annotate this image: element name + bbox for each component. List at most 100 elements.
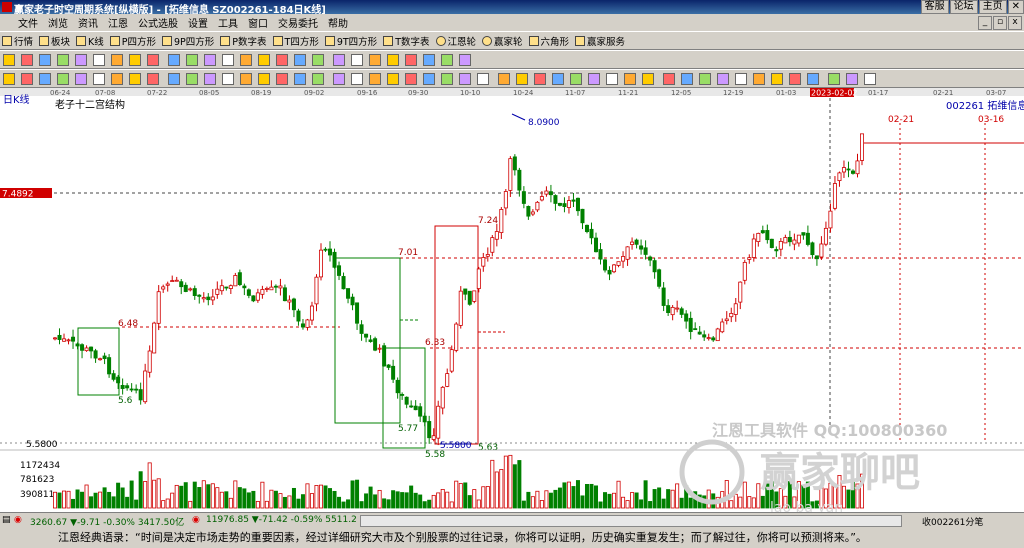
minimize-icon[interactable]: _ (978, 16, 992, 30)
draw-tool-icon[interactable] (498, 72, 510, 85)
draw-tool-icon[interactable] (3, 53, 15, 66)
draw-tool-icon[interactable] (3, 72, 15, 85)
draw-tool-icon[interactable] (258, 72, 270, 85)
menu-info[interactable]: 资讯 (73, 15, 103, 30)
draw-tool-icon[interactable] (459, 72, 471, 85)
draw-tool-icon[interactable] (168, 72, 180, 85)
draw-tool-icon[interactable] (441, 72, 453, 85)
draw-tool-icon[interactable] (387, 53, 399, 66)
draw-tool-icon[interactable] (168, 53, 180, 66)
draw-tool-icon[interactable] (312, 53, 324, 66)
draw-tool-icon[interactable] (405, 72, 417, 85)
draw-tool-icon[interactable] (111, 53, 123, 66)
draw-tool-icon[interactable] (204, 53, 216, 66)
draw-tool-icon[interactable] (588, 72, 600, 85)
menu-file[interactable]: 文件 (0, 15, 43, 30)
draw-tool-icon[interactable] (312, 72, 324, 85)
draw-tool-icon[interactable] (240, 53, 252, 66)
draw-tool-icon[interactable] (240, 72, 252, 85)
kline-button[interactable]: K线 (74, 34, 108, 48)
close-child-icon[interactable]: x (1008, 16, 1022, 30)
draw-tool-icon[interactable] (717, 72, 729, 85)
menu-gann[interactable]: 江恩 (103, 15, 133, 30)
draw-tool-icon[interactable] (222, 72, 234, 85)
draw-tool-icon[interactable] (459, 53, 471, 66)
quotes-button[interactable]: 行情 (0, 34, 37, 48)
draw-tool-icon[interactable] (699, 72, 711, 85)
t-square-button[interactable]: T四方形 (271, 34, 323, 48)
menu-settings[interactable]: 设置 (183, 15, 213, 30)
draw-tool-icon[interactable] (333, 72, 345, 85)
link-home[interactable]: 主页 (978, 0, 1007, 14)
draw-tool-icon[interactable] (21, 72, 33, 85)
horizontal-scrollbar[interactable] (360, 515, 902, 527)
draw-tool-icon[interactable] (735, 72, 747, 85)
close-icon[interactable]: ✕ (1007, 0, 1024, 14)
draw-tool-icon[interactable] (39, 53, 51, 66)
winner-wheel-button[interactable]: 赢家轮 (480, 34, 527, 48)
draw-tool-icon[interactable] (294, 72, 306, 85)
menu-tools[interactable]: 工具 (213, 15, 243, 30)
draw-tool-icon[interactable] (753, 72, 765, 85)
gann-wheel-button[interactable]: 江恩轮 (434, 34, 481, 48)
kline-chart[interactable]: 06-24 07-08 07-22 08-05 08-19 09-02 09-16 09-30… (0, 88, 1024, 512)
draw-tool-icon[interactable] (276, 72, 288, 85)
draw-tool-icon[interactable] (351, 72, 363, 85)
link-service[interactable]: 客服 (920, 0, 949, 14)
draw-tool-icon[interactable] (828, 72, 840, 85)
restore-icon[interactable]: ▫ (993, 16, 1007, 30)
draw-tool-icon[interactable] (333, 53, 345, 66)
draw-tool-icon[interactable] (147, 72, 159, 85)
draw-tool-icon[interactable] (93, 72, 105, 85)
menu-trade[interactable]: 交易委托 (273, 15, 323, 30)
draw-tool-icon[interactable] (681, 72, 693, 85)
draw-tool-icon[interactable] (663, 72, 675, 85)
draw-tool-icon[interactable] (642, 72, 654, 85)
draw-tool-icon[interactable] (39, 72, 51, 85)
draw-tool-icon[interactable] (423, 72, 435, 85)
draw-tool-icon[interactable] (186, 72, 198, 85)
menu-help[interactable]: 帮助 (323, 15, 353, 30)
draw-tool-icon[interactable] (57, 53, 69, 66)
draw-tool-icon[interactable] (258, 53, 270, 66)
draw-tool-icon[interactable] (423, 53, 435, 66)
sz-index-value[interactable]: 11976.85 ▼-71.42 -0.59% 5511.2 (206, 515, 357, 525)
draw-tool-icon[interactable] (441, 53, 453, 66)
draw-tool-icon[interactable] (186, 53, 198, 66)
draw-tool-icon[interactable] (204, 72, 216, 85)
draw-tool-icon[interactable] (846, 72, 858, 85)
p-square-button[interactable]: P四方形 (108, 34, 160, 48)
draw-tool-icon[interactable] (111, 72, 123, 85)
draw-tool-icon[interactable] (294, 53, 306, 66)
draw-tool-icon[interactable] (129, 72, 141, 85)
menu-formula[interactable]: 公式选股 (133, 15, 183, 30)
draw-tool-icon[interactable] (771, 72, 783, 85)
sh-index-value[interactable]: 3260.67 ▼-9.71 -0.30% 3417.50亿 (30, 515, 184, 528)
draw-tool-icon[interactable] (75, 72, 87, 85)
menu-browse[interactable]: 浏览 (43, 15, 73, 30)
link-forum[interactable]: 论坛 (949, 0, 978, 14)
draw-tool-icon[interactable] (387, 72, 399, 85)
draw-tool-icon[interactable] (75, 53, 87, 66)
draw-tool-icon[interactable] (606, 72, 618, 85)
draw-tool-icon[interactable] (864, 72, 876, 85)
9p-square-button[interactable]: 9P四方形 (160, 34, 218, 48)
hexagon-button[interactable]: 六角形 (527, 34, 574, 48)
draw-tool-icon[interactable] (405, 53, 417, 66)
draw-tool-icon[interactable] (807, 72, 819, 85)
menu-window[interactable]: 窗口 (243, 15, 273, 30)
draw-tool-icon[interactable] (624, 72, 636, 85)
draw-tool-icon[interactable] (129, 53, 141, 66)
draw-tool-icon[interactable] (369, 53, 381, 66)
draw-tool-icon[interactable] (276, 53, 288, 66)
9t-square-button[interactable]: 9T四方形 (323, 34, 381, 48)
draw-tool-icon[interactable] (93, 53, 105, 66)
draw-tool-icon[interactable] (147, 53, 159, 66)
draw-tool-icon[interactable] (552, 72, 564, 85)
t-number-button[interactable]: T数字表 (381, 34, 433, 48)
draw-tool-icon[interactable] (369, 72, 381, 85)
draw-tool-icon[interactable] (789, 72, 801, 85)
winner-service-button[interactable]: 赢家服务 (573, 34, 629, 48)
draw-tool-icon[interactable] (57, 72, 69, 85)
draw-tool-icon[interactable] (534, 72, 546, 85)
